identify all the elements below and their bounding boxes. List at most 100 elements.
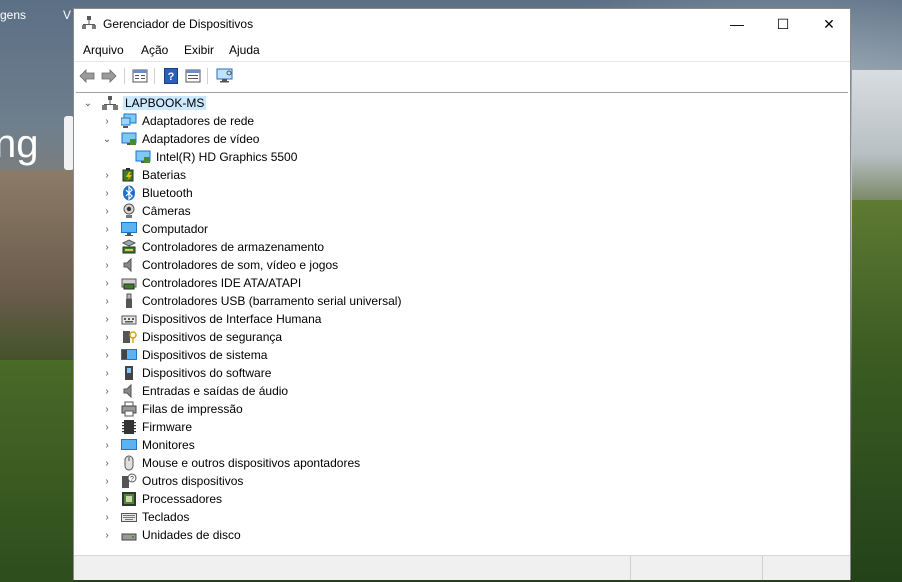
title-bar[interactable]: Gerenciador de Dispositivos — ☐ ✕ — [74, 9, 850, 39]
chevron-right-icon[interactable]: › — [101, 382, 113, 400]
chevron-right-icon[interactable]: › — [101, 184, 113, 202]
tree-item-controladores-de-som[interactable]: › Controladores de som, vídeo e jogos — [101, 256, 338, 274]
chevron-down-icon[interactable]: ⌄ — [101, 130, 113, 148]
properties-button[interactable] — [131, 67, 149, 85]
chevron-right-icon[interactable]: › — [101, 418, 113, 436]
tree-item-controladores-ide[interactable]: › Controladores IDE ATA/ATAPI — [101, 274, 301, 292]
device-manager-icon — [82, 16, 96, 29]
svg-text:?: ? — [168, 71, 175, 83]
tree-item-adaptadores-de-rede[interactable]: › Adaptadores de rede — [101, 112, 254, 130]
background-text: gens — [0, 8, 27, 22]
tree-item-dispositivos-do-software[interactable]: › Dispositivos do software — [101, 364, 271, 382]
tree-item-bluetooth[interactable]: › Bluetooth — [101, 184, 193, 202]
desktop-forest-art — [0, 360, 74, 582]
system-device-icon — [121, 347, 137, 363]
tree-item-unidades-de-disco[interactable]: › Unidades de disco — [101, 526, 240, 544]
tree-item-adaptadores-de-video[interactable]: ⌄ Adaptadores de vídeo — [101, 130, 260, 148]
tree-item-outros-dispositivos[interactable]: › ? Outros dispositivos — [101, 472, 243, 490]
menu-arquivo[interactable]: Arquivo — [83, 43, 124, 57]
toolbar-separator — [154, 68, 155, 84]
chevron-right-icon[interactable]: › — [101, 472, 113, 490]
tree-item-filas-de-impressao[interactable]: › Filas de impressão — [101, 400, 243, 418]
chevron-right-icon[interactable]: › — [101, 220, 113, 238]
scan-hardware-icon — [216, 68, 233, 83]
maximize-button[interactable]: ☐ — [760, 9, 806, 39]
forward-button[interactable] — [100, 67, 118, 85]
scan-hardware-button[interactable] — [216, 67, 234, 85]
tree-item-monitores[interactable]: › Monitores — [101, 436, 195, 454]
monitor-icon — [121, 221, 137, 237]
audio-io-icon — [121, 383, 137, 399]
mouse-icon — [121, 455, 137, 471]
monitor-icon — [121, 437, 137, 453]
tree-item-controladores-usb[interactable]: › Controladores USB (barramento serial u… — [101, 292, 401, 310]
help-button[interactable]: ? — [162, 67, 180, 85]
minimize-button[interactable]: — — [714, 9, 760, 39]
tree-item-label: Monitores — [142, 438, 195, 452]
close-button[interactable]: ✕ — [806, 9, 852, 39]
chevron-right-icon[interactable]: › — [101, 328, 113, 346]
tree-item-computador[interactable]: › Computador — [101, 220, 208, 238]
update-driver-button[interactable] — [184, 67, 202, 85]
tree-item-label: Adaptadores de rede — [142, 114, 255, 128]
usb-icon — [121, 293, 137, 309]
tree-root-row[interactable]: ⌄ LAPBOOK-MS — [82, 94, 207, 112]
tree-item-dispositivos-de-interface-humana[interactable]: › Dispositivos de Interface Humana — [101, 310, 321, 328]
back-button[interactable] — [78, 67, 96, 85]
tree-item-label: Dispositivos de segurança — [142, 330, 283, 344]
help-icon: ? — [164, 68, 178, 84]
tree-item-dispositivos-de-sistema[interactable]: › Dispositivos de sistema — [101, 346, 267, 364]
chevron-right-icon[interactable]: › — [101, 490, 113, 508]
tree-child-intel-hd-graphics[interactable]: Intel(R) HD Graphics 5500 — [121, 148, 297, 166]
chevron-right-icon[interactable]: › — [101, 526, 113, 544]
device-tree[interactable]: ⌄ LAPBOOK-MS › Adaptadores de rede ⌄ Ada… — [76, 92, 848, 556]
chevron-right-icon[interactable]: › — [101, 274, 113, 292]
background-text-2: V — [63, 8, 72, 22]
menu-exibir[interactable]: Exibir — [184, 43, 214, 57]
tree-item-label: Baterias — [142, 168, 187, 182]
tree-item-controladores-de-armazenamento[interactable]: › Controladores de armazenamento — [101, 238, 324, 256]
tree-root-label: LAPBOOK-MS — [123, 96, 207, 110]
tree-item-dispositivos-de-seguranca[interactable]: › Dispositivos de segurança — [101, 328, 282, 346]
minimize-icon: — — [730, 16, 744, 32]
back-arrow-icon — [79, 69, 95, 83]
close-icon: ✕ — [823, 15, 835, 32]
hid-icon — [121, 311, 137, 327]
tree-item-label: Dispositivos do software — [142, 366, 272, 380]
chevron-right-icon[interactable]: › — [101, 166, 113, 184]
tree-item-firmware[interactable]: › Firmware — [101, 418, 192, 436]
chevron-right-icon[interactable]: › — [101, 454, 113, 472]
tree-item-label: Dispositivos de sistema — [142, 348, 268, 362]
tree-item-label: Dispositivos de Interface Humana — [142, 312, 322, 326]
chevron-right-icon[interactable]: › — [101, 364, 113, 382]
tree-item-baterias[interactable]: › Baterias — [101, 166, 186, 184]
chevron-right-icon[interactable]: › — [101, 436, 113, 454]
tree-item-cameras[interactable]: › Câmeras — [101, 202, 191, 220]
chevron-right-icon[interactable]: › — [101, 508, 113, 526]
tree-item-label: Entradas e saídas de áudio — [142, 384, 289, 398]
chevron-right-icon[interactable]: › — [101, 112, 113, 130]
chevron-right-icon[interactable]: › — [101, 292, 113, 310]
update-driver-icon — [185, 69, 201, 83]
forward-arrow-icon — [101, 69, 117, 83]
chevron-right-icon[interactable]: › — [101, 310, 113, 328]
tree-item-label: Controladores de armazenamento — [142, 240, 325, 254]
chevron-right-icon[interactable]: › — [101, 346, 113, 364]
tree-item-entradas-e-saidas-de-audio[interactable]: › Entradas e saídas de áudio — [101, 382, 288, 400]
computer-tree-icon — [102, 95, 118, 111]
unknown-device-icon: ? — [121, 473, 137, 489]
tree-item-processadores[interactable]: › Processadores — [101, 490, 222, 508]
tree-item-teclados[interactable]: › Teclados — [101, 508, 189, 526]
software-device-icon — [121, 365, 137, 381]
chevron-right-icon[interactable]: › — [101, 238, 113, 256]
menu-ajuda[interactable]: Ajuda — [229, 43, 260, 57]
chevron-right-icon[interactable]: › — [101, 400, 113, 418]
tree-item-mouse[interactable]: › Mouse e outros dispositivos apontadore… — [101, 454, 360, 472]
chevron-right-icon[interactable]: › — [101, 256, 113, 274]
firmware-icon — [121, 419, 137, 435]
tree-item-label: Outros dispositivos — [142, 474, 244, 488]
chevron-right-icon[interactable]: › — [101, 202, 113, 220]
chevron-down-icon[interactable]: ⌄ — [82, 94, 94, 112]
menu-acao[interactable]: Ação — [141, 43, 168, 57]
desktop-trees-art — [852, 200, 902, 582]
